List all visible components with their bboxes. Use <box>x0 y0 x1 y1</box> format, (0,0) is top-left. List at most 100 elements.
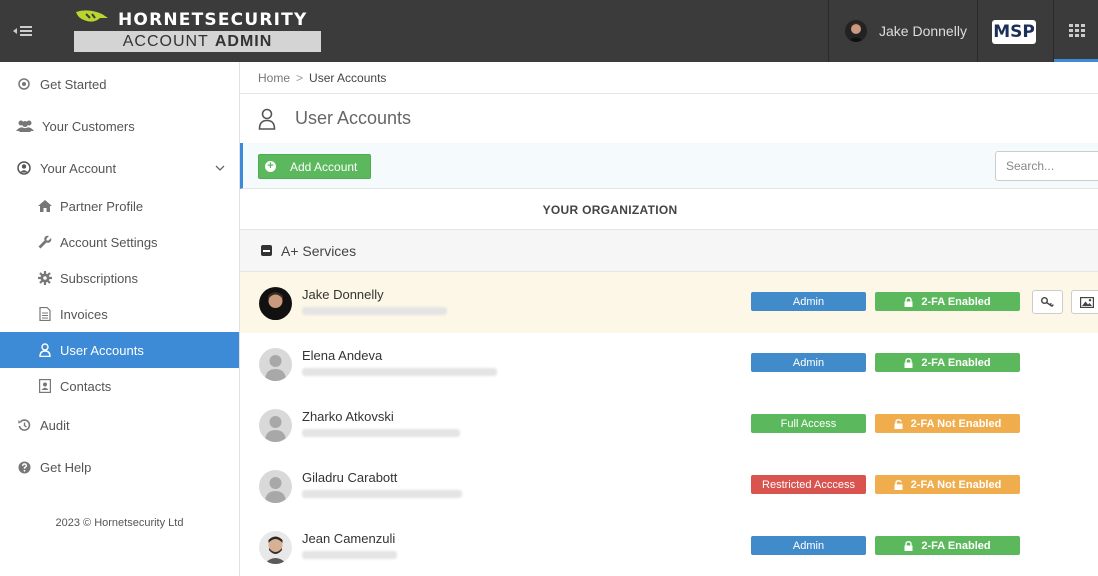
brand-name: HORNETSECURITY <box>118 10 308 30</box>
avatar <box>259 287 292 320</box>
twofa-label: 2-FA Enabled <box>921 539 991 552</box>
history-icon <box>16 418 32 432</box>
user-menu[interactable]: Jake Donnelly <box>828 0 978 62</box>
subtitle-bold: ADMIN <box>214 32 273 50</box>
user-name: Zharko Atkovski <box>302 409 394 424</box>
sidebar-toggle-icon[interactable] <box>0 0 46 62</box>
target-icon <box>16 78 32 90</box>
breadcrumb-home-link[interactable]: Home <box>258 71 290 85</box>
sidebar-item-audit[interactable]: Audit <box>0 407 239 443</box>
question-icon <box>16 461 32 474</box>
sidebar-item-user-accounts[interactable]: User Accounts <box>0 332 239 368</box>
hornet-logo-icon <box>74 8 110 33</box>
twofa-label: 2-FA Enabled <box>921 295 991 308</box>
msp-badge[interactable]: MSP <box>992 20 1036 44</box>
breadcrumb-current: User Accounts <box>309 70 387 85</box>
page-header: User Accounts <box>240 94 1098 143</box>
user-name: Jake Donnelly <box>879 23 967 39</box>
apps-grid-icon[interactable] <box>1053 0 1098 62</box>
sidebar-item-invoices[interactable]: Invoices <box>0 296 239 332</box>
twofa-badge: 2-FA Enabled <box>875 292 1020 311</box>
account-admin-label: ACCOUNT ADMIN <box>74 31 321 52</box>
twofa-badge: 2-FA Enabled <box>875 353 1020 372</box>
sidebar-item-account-settings[interactable]: Account Settings <box>0 224 239 260</box>
wrench-icon <box>37 235 53 249</box>
group-label: A+ Services <box>281 242 357 259</box>
home-icon <box>37 200 53 212</box>
sidebar-item-partner-profile[interactable]: Partner Profile <box>0 188 239 224</box>
table-row[interactable]: Elena Andeva Admin 2-FA Enabled <box>240 333 1098 395</box>
sidebar-item-get-started[interactable]: Get Started <box>0 66 239 102</box>
avatar <box>259 470 292 503</box>
user-icon <box>37 343 53 357</box>
sidebar-item-label: Contacts <box>60 378 112 394</box>
subtitle-light: ACCOUNT <box>122 32 209 50</box>
gear-icon <box>37 271 53 285</box>
twofa-badge: 2-FA Not Enabled <box>875 475 1020 494</box>
email-redacted <box>302 551 397 559</box>
table-row[interactable]: Jean Camenzuli Admin 2-FA Enabled <box>240 516 1098 576</box>
twofa-label: 2-FA Enabled <box>921 356 991 369</box>
copyright-footer: 2023 © Hornetsecurity Ltd <box>55 517 184 529</box>
sidebar-item-label: Partner Profile <box>60 198 144 214</box>
document-icon <box>37 307 53 321</box>
organization-header-label: YOUR ORGANIZATION <box>542 202 678 217</box>
sidebar-item-label: Your Account <box>40 160 117 176</box>
chevron-down-icon <box>215 163 225 174</box>
lock-icon <box>904 296 913 307</box>
contact-card-icon <box>37 379 53 393</box>
role-badge: Admin <box>751 536 866 555</box>
lock-icon <box>904 540 913 551</box>
user-name: Giladru Carabott <box>302 470 398 485</box>
table-row[interactable]: Zharko Atkovski Full Access 2-FA Not Ena… <box>240 394 1098 456</box>
image-icon[interactable] <box>1071 290 1098 314</box>
search-input[interactable] <box>995 151 1098 181</box>
role-badge: Restricted Acccess <box>751 475 866 494</box>
sidebar-item-subscriptions[interactable]: Subscriptions <box>0 260 239 296</box>
user-circle-icon <box>16 161 32 175</box>
sidebar-item-your-account[interactable]: Your Account <box>0 150 239 186</box>
email-redacted <box>302 490 462 498</box>
add-account-button[interactable]: + Add Account <box>258 154 371 179</box>
avatar <box>259 348 292 381</box>
unlock-icon <box>894 479 903 490</box>
email-redacted <box>302 307 447 315</box>
group-row[interactable]: A+ Services <box>240 230 1098 272</box>
sidebar-item-label: Get Started <box>40 76 107 92</box>
twofa-badge: 2-FA Not Enabled <box>875 414 1020 433</box>
top-bar: HORNETSECURITY ACCOUNT ADMIN Jake Donnell… <box>0 0 1098 62</box>
twofa-badge: 2-FA Enabled <box>875 536 1020 555</box>
avatar <box>845 20 867 42</box>
sidebar-item-your-customers[interactable]: Your Customers <box>0 108 239 144</box>
sidebar-item-label: Your Customers <box>42 118 135 134</box>
hornetsecurity-logo[interactable]: HORNETSECURITY ACCOUNT ADMIN <box>74 9 321 52</box>
twofa-label: 2-FA Not Enabled <box>910 478 1002 491</box>
page-title: User Accounts <box>295 108 412 128</box>
sidebar-item-label: Account Settings <box>60 234 158 250</box>
breadcrumb-separator: > <box>296 70 304 85</box>
email-redacted <box>302 368 497 376</box>
organization-header: YOUR ORGANIZATION <box>240 190 1098 230</box>
user-name: Jean Camenzuli <box>302 531 396 546</box>
sidebar-item-label: User Accounts <box>60 342 144 358</box>
sidebar-item-label: Invoices <box>60 306 108 322</box>
sidebar: Get Started Your Customers Your Account … <box>0 62 240 576</box>
table-row[interactable]: Jake Donnelly Admin 2-FA Enabled <box>240 272 1098 334</box>
unlock-icon <box>894 418 903 429</box>
avatar <box>259 409 292 442</box>
users-icon <box>16 120 34 132</box>
key-icon[interactable] <box>1032 290 1063 314</box>
sidebar-item-contacts[interactable]: Contacts <box>0 368 239 404</box>
sidebar-item-label: Audit <box>40 417 70 433</box>
table-row[interactable]: Giladru Carabott Restricted Acccess 2-FA… <box>240 455 1098 517</box>
collapse-icon[interactable] <box>261 245 272 256</box>
role-badge: Full Access <box>751 414 866 433</box>
sidebar-item-label: Subscriptions <box>60 270 139 286</box>
user-name: Jake Donnelly <box>302 287 384 302</box>
role-badge: Admin <box>751 292 866 311</box>
breadcrumb: Home > User Accounts <box>240 62 1098 94</box>
toolbar: + Add Account <box>240 143 1098 189</box>
twofa-label: 2-FA Not Enabled <box>910 417 1002 430</box>
role-badge: Admin <box>751 353 866 372</box>
sidebar-item-get-help[interactable]: Get Help <box>0 449 239 485</box>
